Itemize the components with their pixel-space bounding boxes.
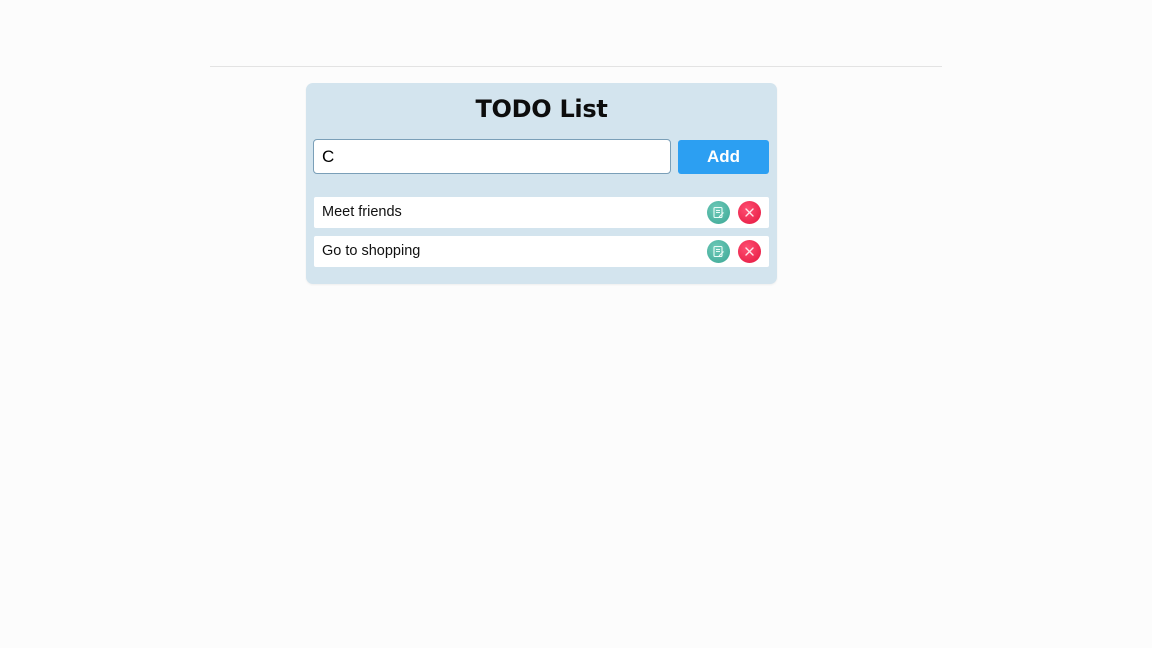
- top-divider: [210, 66, 942, 67]
- add-button[interactable]: Add: [678, 140, 769, 174]
- edit-icon: [712, 206, 725, 219]
- task-text: Meet friends: [322, 204, 402, 220]
- delete-button[interactable]: [738, 201, 761, 224]
- close-icon: [744, 246, 755, 257]
- task-text: Go to shopping: [322, 243, 421, 259]
- task-input[interactable]: [313, 139, 671, 174]
- todo-card: TODO List Add Meet friends: [306, 83, 777, 284]
- task-list: Meet friends Go to shopping: [314, 197, 769, 275]
- list-item: Meet friends: [314, 197, 769, 228]
- edit-button[interactable]: [707, 201, 730, 224]
- page-title: TODO List: [475, 95, 608, 123]
- edit-icon: [712, 245, 725, 258]
- list-item: Go to shopping: [314, 236, 769, 267]
- edit-button[interactable]: [707, 240, 730, 263]
- delete-button[interactable]: [738, 240, 761, 263]
- close-icon: [744, 207, 755, 218]
